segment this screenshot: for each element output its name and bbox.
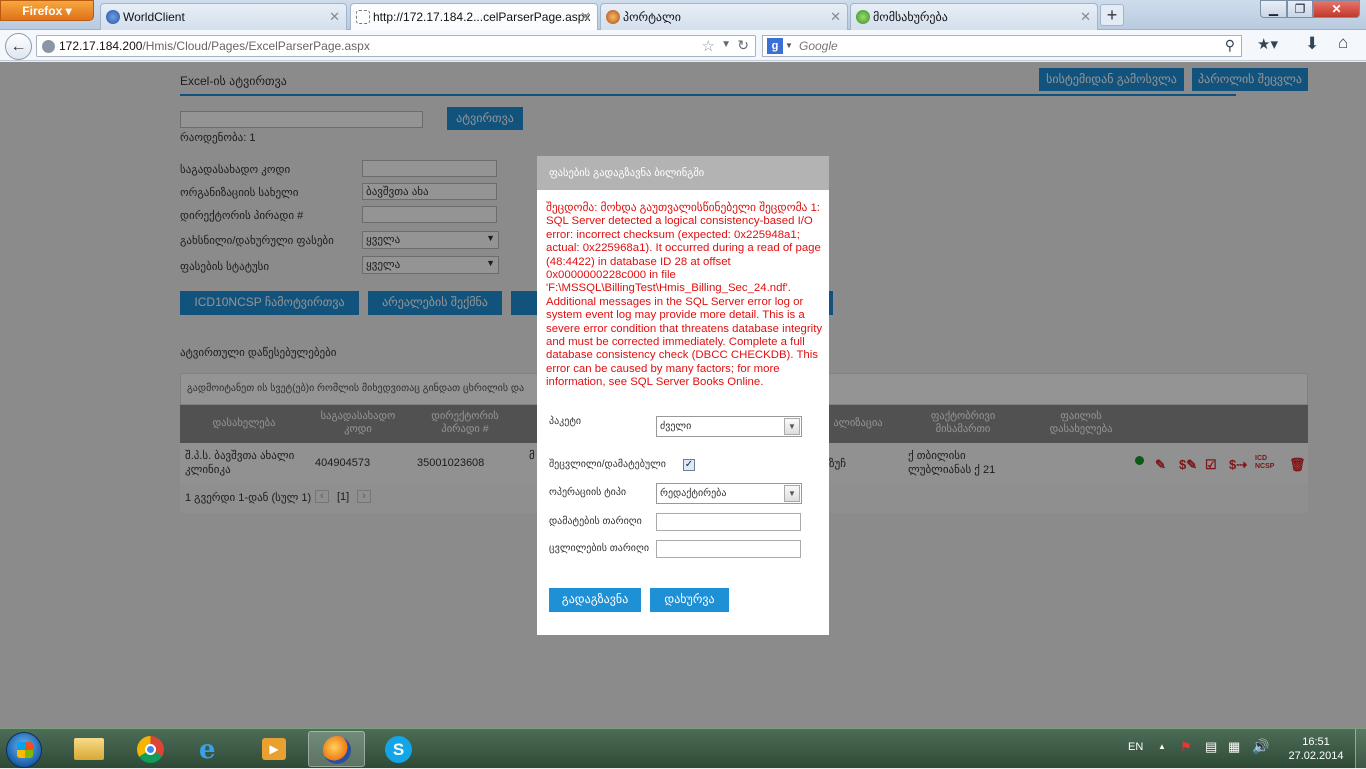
firefox-icon: [323, 736, 351, 764]
tab-label: პორტალი: [623, 10, 682, 24]
tab-portal[interactable]: პორტალი ✕: [600, 3, 848, 30]
changed-added-checkbox[interactable]: ✓: [683, 459, 695, 471]
show-hidden-icons[interactable]: ▲: [1158, 742, 1166, 751]
tab-label: http://172.17.184.2...celParserPage.aspx: [373, 10, 591, 24]
send-prices-dialog: ფასების გადაგზავნა ბილინგში შეცდომა: მოხ…: [537, 156, 829, 635]
close-icon[interactable]: ✕: [329, 9, 340, 25]
bookmark-star-icon[interactable]: ☆: [702, 37, 715, 55]
new-tab-button[interactable]: +: [1100, 4, 1124, 26]
close-icon[interactable]: ✕: [830, 9, 841, 25]
language-indicator[interactable]: EN: [1128, 741, 1143, 753]
navigation-bar: ← 172.17.184.200/Hmis/Cloud/Pages/ExcelP…: [0, 30, 1366, 61]
firefox-menu-button[interactable]: Firefox ▾: [0, 0, 94, 21]
internet-explorer-icon: e: [199, 735, 216, 765]
added-date-input[interactable]: [656, 513, 801, 531]
volume-icon[interactable]: 🔊: [1252, 738, 1269, 755]
clipboard-icon[interactable]: ▤: [1205, 739, 1217, 755]
tab-excel-parser[interactable]: http://172.17.184.2...celParserPage.aspx…: [350, 3, 598, 31]
restore-button[interactable]: ❐: [1287, 0, 1313, 18]
close-icon[interactable]: ✕: [580, 9, 591, 25]
send-button[interactable]: გადაგზავნა: [549, 588, 641, 612]
media-player-taskbar-button[interactable]: ▶: [246, 731, 303, 767]
browser-tabbar: Firefox ▾ WorldClient ✕ http://172.17.18…: [0, 0, 1366, 31]
search-engine-dropdown-icon[interactable]: ▼: [785, 41, 793, 50]
explorer-taskbar-button[interactable]: [60, 731, 117, 767]
operation-type-select[interactable]: რედაქტირება ▼: [656, 483, 802, 504]
site-identity-icon: [42, 40, 55, 53]
network-icon[interactable]: ▦: [1228, 739, 1240, 755]
tab-worldclient[interactable]: WorldClient ✕: [100, 3, 347, 30]
emblem-icon: [606, 10, 620, 24]
clock-time: 16:51: [1302, 736, 1330, 748]
minimize-button[interactable]: ▁: [1260, 0, 1287, 18]
leaf-icon: [856, 10, 870, 24]
folder-icon: [74, 738, 104, 760]
show-desktop-button[interactable]: [1355, 729, 1366, 769]
tab-label: WorldClient: [123, 10, 185, 24]
url-host: 172.17.184.200: [59, 39, 143, 53]
windows-taskbar: e ▶ S EN ▲ ⚑ ▤ ▦ 🔊 16:51 27.02.2014: [0, 728, 1366, 769]
firefox-taskbar-button[interactable]: [308, 731, 365, 767]
chevron-down-icon: ▼: [784, 485, 800, 502]
checkmark-icon: ✓: [684, 459, 694, 470]
dialog-title: ფასების გადაგზავნა ბილინგში: [537, 156, 829, 190]
chevron-down-icon: ▼: [784, 418, 800, 435]
reload-icon[interactable]: ↻: [737, 37, 749, 54]
google-icon: g: [767, 38, 783, 54]
ie-taskbar-button[interactable]: e: [184, 731, 241, 767]
arrow-left-icon: ←: [10, 38, 27, 55]
back-button[interactable]: ←: [5, 33, 32, 60]
operation-type-value: რედაქტირება: [660, 488, 727, 499]
chrome-center-dot: [145, 744, 156, 755]
tab-services[interactable]: მომსახურება ✕: [850, 3, 1098, 30]
search-bar[interactable]: g ▼ Google ⚲: [762, 35, 1242, 57]
start-button[interactable]: [6, 732, 42, 768]
skype-icon: S: [385, 736, 412, 763]
error-message: შეცდომა: მოხდა გაუთვალისწინებელი შეცდომა…: [546, 202, 823, 389]
packet-label: პაკეტი: [549, 416, 582, 427]
tab-label: მომსახურება: [873, 10, 948, 24]
close-icon[interactable]: ✕: [1080, 9, 1091, 25]
search-icon[interactable]: ⚲: [1225, 37, 1235, 54]
firefox-menu-label: Firefox: [22, 4, 63, 18]
changed-added-label: შეცვლილი/დამატებული: [549, 459, 666, 470]
added-date-label: დამატების თარიღი: [549, 516, 642, 527]
clock[interactable]: 16:51 27.02.2014: [1288, 735, 1344, 763]
changed-date-input[interactable]: [656, 540, 801, 558]
changed-date-label: ცვლილების თარიღი: [549, 543, 649, 554]
dropdown-icon[interactable]: ▼: [721, 39, 731, 50]
page-icon: [356, 10, 370, 24]
action-center-icon[interactable]: ⚑: [1180, 739, 1192, 755]
downloads-icon[interactable]: ⬇: [1305, 34, 1319, 54]
clock-date: 27.02.2014: [1288, 750, 1344, 762]
chrome-taskbar-button[interactable]: [122, 731, 179, 767]
bookmarks-menu-icon[interactable]: ★▾: [1257, 35, 1278, 53]
globe-icon: [106, 10, 120, 24]
chevron-down-icon: ▾: [65, 4, 72, 18]
windows-logo-icon: [17, 742, 33, 758]
url-bar[interactable]: 172.17.184.200/Hmis/Cloud/Pages/ExcelPar…: [36, 35, 756, 57]
packet-value: ძველი: [660, 421, 692, 432]
search-placeholder: Google: [799, 39, 838, 53]
operation-type-label: ოპერაციის ტიპი: [549, 487, 627, 498]
packet-select[interactable]: ძველი ▼: [656, 416, 802, 437]
url-path: /Hmis/Cloud/Pages/ExcelParserPage.aspx: [142, 39, 370, 53]
close-window-button[interactable]: ✕: [1313, 0, 1360, 18]
home-icon[interactable]: ⌂: [1338, 33, 1348, 53]
close-button[interactable]: დახურვა: [650, 588, 729, 612]
media-player-icon: ▶: [262, 738, 286, 760]
skype-taskbar-button[interactable]: S: [370, 731, 427, 767]
